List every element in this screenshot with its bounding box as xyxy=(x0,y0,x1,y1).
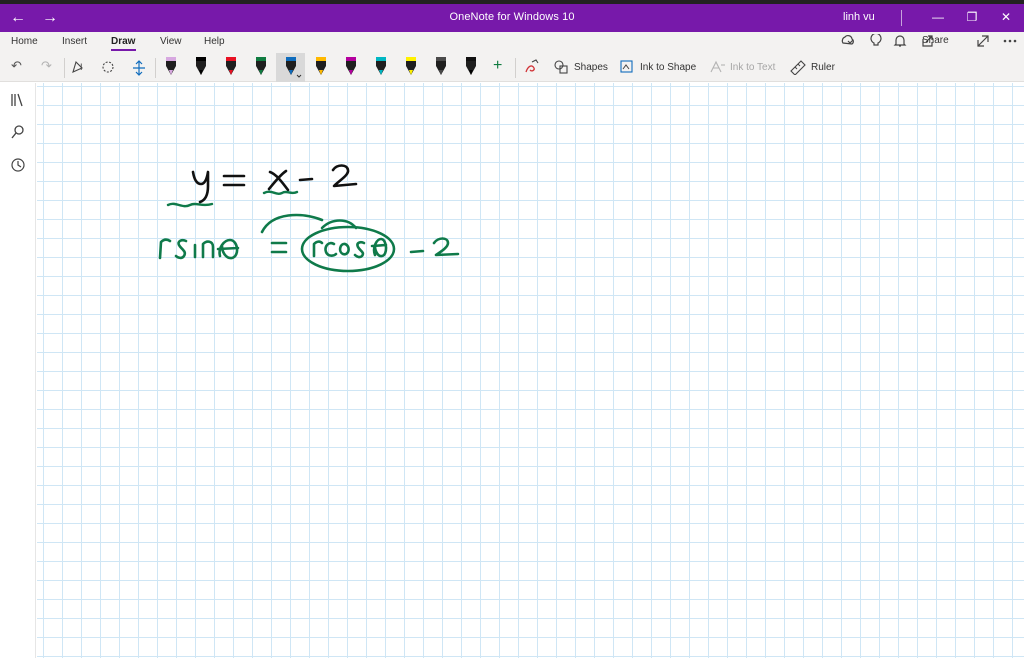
ink-underline-y[interactable] xyxy=(166,202,214,208)
ink-layer xyxy=(158,164,460,273)
ink-underline-x[interactable] xyxy=(262,190,299,195)
ink-equation-y-equals-x-minus-2[interactable] xyxy=(191,164,358,204)
ink-equation-rsin-equals-rcos-minus-2[interactable] xyxy=(158,213,460,273)
